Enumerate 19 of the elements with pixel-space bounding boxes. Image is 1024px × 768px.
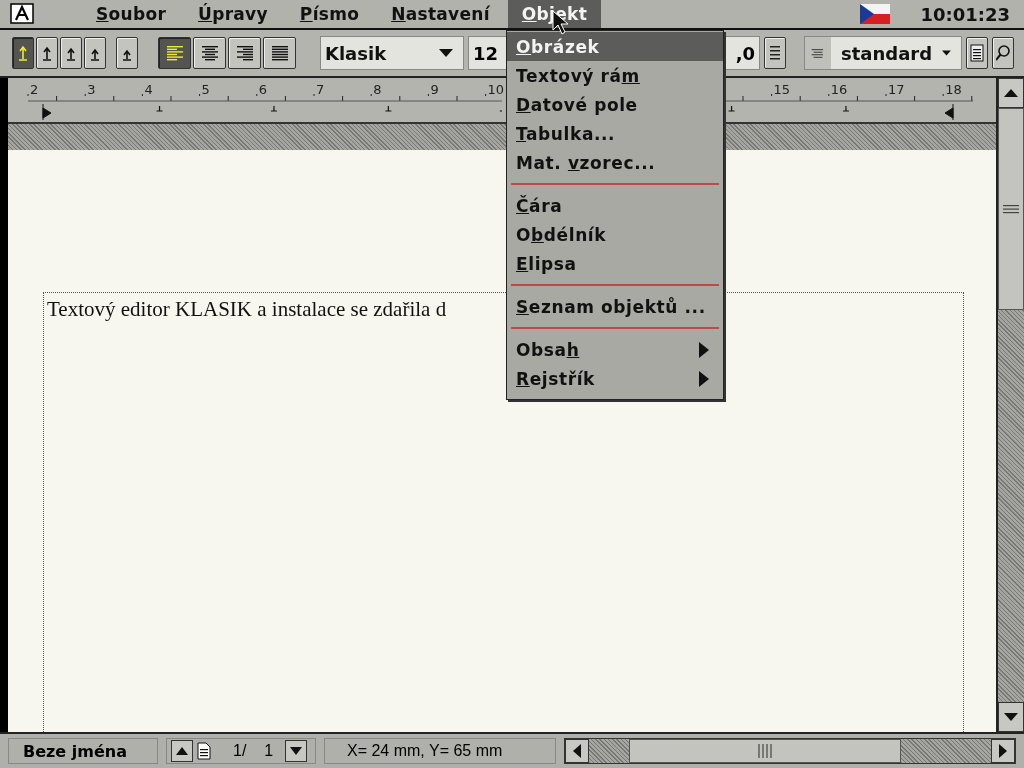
page-count: 1	[264, 742, 274, 760]
ruler-number: 17	[888, 82, 905, 97]
ruler-number: 6	[258, 82, 268, 97]
ruler-number: 8	[373, 82, 382, 97]
ruler-number: 5	[201, 82, 210, 97]
ruler-number: 3	[87, 82, 96, 97]
ruler-number: 9	[430, 82, 439, 97]
clock: 10:01:23	[920, 3, 1010, 25]
document-text: Textový editor KLASIK a instalace se zdařila d	[47, 297, 447, 321]
ruler-number: 2	[30, 82, 39, 97]
cursor-position: X= 24 mm, Y= 65 mm	[324, 738, 556, 764]
ruler-number: 16	[830, 82, 848, 97]
ruler-number: 18	[945, 82, 962, 97]
ruler-number: 10	[487, 82, 505, 97]
ruler-number: 7	[316, 82, 325, 97]
ruler-number: 4	[144, 82, 153, 97]
ruler-number: 15	[773, 82, 791, 97]
page-number: 1/	[233, 742, 247, 760]
document-name: Beze jména	[8, 738, 158, 764]
